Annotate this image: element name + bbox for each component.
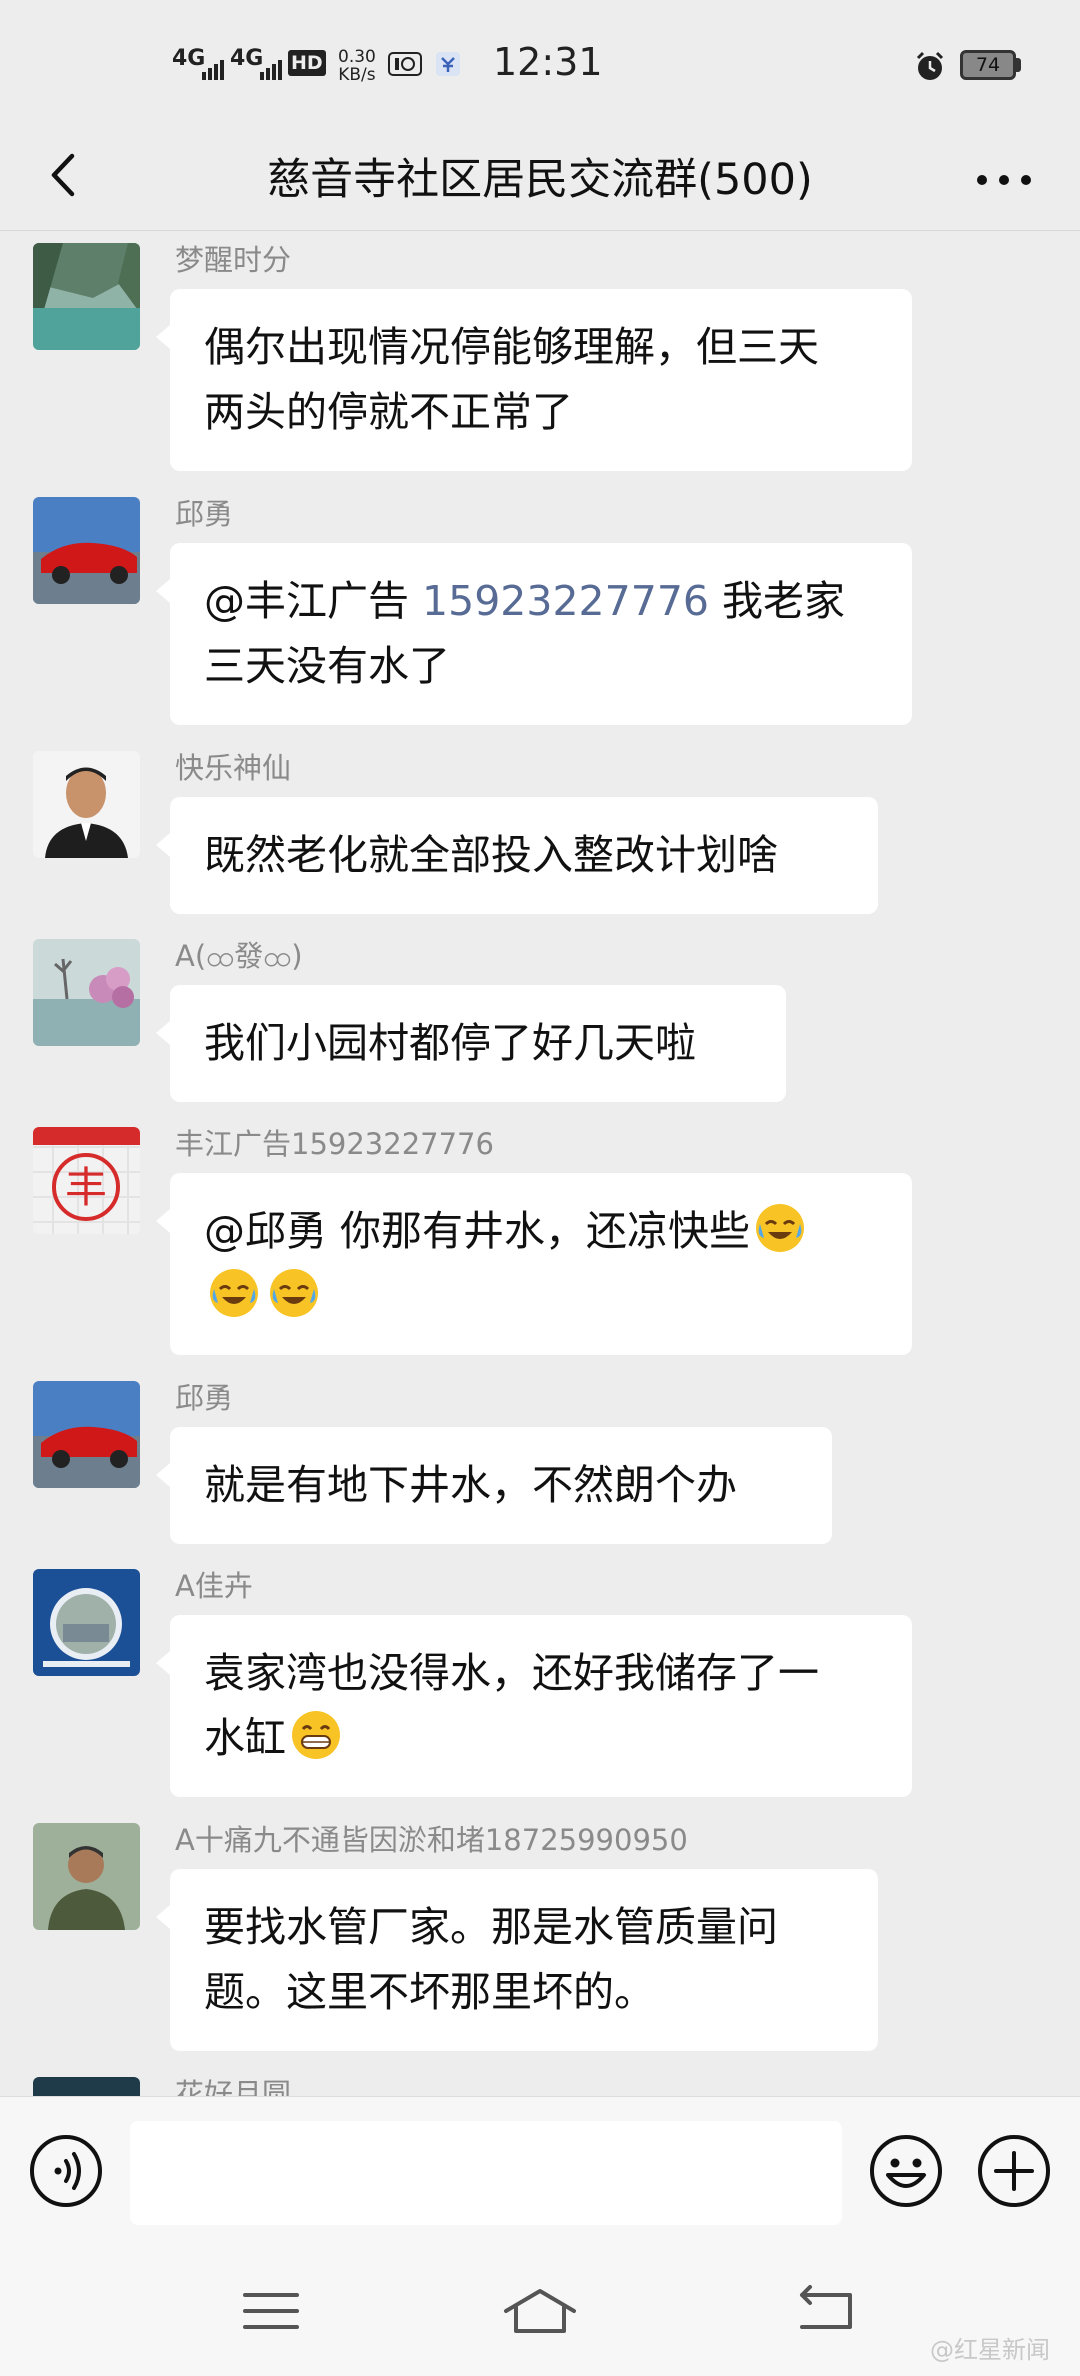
message-bubble[interactable]: 偶尔出现情况停能够理解，但三天 两头的停就不正常了 (156, 289, 912, 471)
back-button[interactable] (30, 140, 100, 210)
message-text-line: @邱勇 你那有井水，还凉快些 (204, 1199, 878, 1264)
message-text-line: 要找水管厂家。那是水管质量问 (204, 1903, 778, 1951)
emoji-icon (870, 2135, 942, 2207)
emoji-button[interactable] (868, 2133, 944, 2209)
avatar-car-image (33, 497, 140, 604)
battery-tip (1016, 58, 1021, 72)
tears-of-joy-emoji-icon (270, 1269, 318, 1317)
chat-title: 慈音寺社区居民交流群(500) (267, 155, 813, 205)
menu-icon (243, 2293, 299, 2329)
avatar-lake-image (33, 243, 140, 350)
mention[interactable]: @丰江广告 (204, 577, 409, 625)
voice-icon (30, 2135, 102, 2207)
status-bar: 4G 4G HD 0.30 KB/s 12:31 74 (0, 0, 1080, 130)
tears-of-joy-emoji-icon (756, 1204, 805, 1252)
home-icon (504, 2289, 576, 2333)
avatar-car-image (33, 1381, 140, 1488)
avatar[interactable] (33, 497, 140, 604)
message-text-line: 偶尔出现情况停能够理解，但三天 (204, 323, 819, 371)
message-input[interactable] (130, 2121, 842, 2225)
system-navigation-bar (0, 2251, 1080, 2376)
message-list[interactable]: 梦醒时分 偶尔出现情况停能够理解，但三天 两头的停就不正常了 邱勇 @丰江广告 … (0, 231, 1080, 2096)
signal-4g-label-1: 4G (172, 46, 206, 71)
message-bubble[interactable]: 就是有地下井水，不然朗个办 (156, 1427, 832, 1544)
message-bubble[interactable]: 既然老化就全部投入整改计划啥 (156, 797, 878, 914)
chevron-left-icon (51, 153, 75, 197)
message-text-line (204, 1264, 878, 1329)
iqiyi-icon (388, 52, 422, 76)
message-bubble[interactable]: 要找水管厂家。那是水管质量问 题。这里不坏那里坏的。 (156, 1869, 878, 2051)
signal-4g-label-2: 4G (230, 46, 264, 71)
sender-name: 花好月圆 (175, 2077, 292, 2096)
sender-name: 丰江广告15923227776 (175, 1127, 494, 1161)
avatar[interactable] (33, 243, 140, 350)
message-text-line: 就是有地下井水，不然朗个办 (204, 1461, 737, 1509)
network-speed-value: 0.30 (338, 47, 376, 67)
message-text-line: 水缸 (204, 1706, 878, 1771)
sender-name: 快乐神仙 (175, 751, 292, 785)
sender-name: A佳卉 (175, 1569, 253, 1603)
more-functions-button[interactable] (976, 2133, 1052, 2209)
hd-badge: HD (288, 50, 326, 76)
avatar-logo-image: 丰 (33, 1127, 140, 1234)
message-text: 我老家 (709, 577, 846, 625)
app-notification-icon (436, 52, 460, 76)
avatar[interactable] (33, 1823, 140, 1930)
status-time: 12:31 (493, 40, 603, 84)
avatar[interactable]: 丰 (33, 1127, 140, 1234)
tears-of-joy-emoji-icon (210, 1269, 258, 1317)
message-text-line: @丰江广告 15923227776 我老家 (204, 569, 878, 634)
svg-text:丰: 丰 (65, 1163, 107, 1212)
avatar-portrait-image (33, 751, 140, 858)
sender-name: A十痛九不通皆因淤和堵18725990950 (175, 1823, 688, 1857)
message-bubble[interactable]: @邱勇 你那有井水，还凉快些 (156, 1173, 912, 1355)
signal-bars-icon (202, 60, 224, 80)
back-nav-button[interactable] (784, 2281, 864, 2341)
more-dots-icon (977, 175, 1031, 185)
home-button[interactable] (500, 2281, 580, 2341)
avatar[interactable] (33, 1381, 140, 1488)
avatar[interactable] (33, 751, 140, 858)
message-text-line: 既然老化就全部投入整改计划啥 (204, 831, 778, 879)
more-options-button[interactable] (970, 145, 1040, 215)
avatar[interactable] (33, 2077, 140, 2096)
grinning-emoji-icon (292, 1711, 340, 1759)
message-bubble[interactable]: 袁家湾也没得水，还好我储存了一 水缸 (156, 1615, 912, 1797)
sender-name: 邱勇 (175, 1381, 234, 1415)
message-text: @邱勇 你那有井水，还凉快些 (204, 1207, 751, 1255)
signal-bars-icon (260, 60, 282, 80)
avatar-badge-image (33, 1569, 140, 1676)
message-text: 水缸 (204, 1714, 286, 1762)
message-text-line: 我们小园村都停了好几天啦 (204, 1019, 696, 1067)
message-bubble[interactable]: @丰江广告 15923227776 我老家 三天没有水了 (156, 543, 912, 725)
message-text-line: 袁家湾也没得水，还好我储存了一 (204, 1649, 819, 1697)
sender-name: 邱勇 (175, 497, 234, 531)
phone-link[interactable]: 15923227776 (422, 577, 709, 625)
avatar[interactable] (33, 1569, 140, 1676)
input-bar (0, 2096, 1080, 2252)
voice-button[interactable] (28, 2133, 104, 2209)
network-speed: 0.30 KB/s (338, 48, 376, 84)
network-speed-unit: KB/s (338, 65, 376, 85)
avatar-portrait-image (33, 1823, 140, 1930)
message-bubble[interactable]: 我们小园村都停了好几天啦 (156, 985, 786, 1102)
chat-header: 慈音寺社区居民交流群(500) (0, 130, 1080, 231)
alarm-clock-icon (916, 51, 944, 80)
watermark: @红星新闻 (930, 2336, 1050, 2364)
message-text-line: 三天没有水了 (204, 642, 450, 690)
message-text-line: 两头的停就不正常了 (204, 388, 573, 436)
avatar-image (33, 2077, 140, 2096)
sender-name: 梦醒时分 (175, 243, 292, 277)
battery-indicator: 74 (960, 50, 1016, 80)
plus-icon (978, 2135, 1050, 2207)
message-text-line: 题。这里不坏那里坏的。 (204, 1968, 655, 2016)
sender-name: A(ထ發ထ) (175, 939, 303, 973)
avatar[interactable] (33, 939, 140, 1046)
avatar-flowers-image (33, 939, 140, 1046)
menu-button[interactable] (231, 2281, 311, 2341)
back-arrow-icon (800, 2285, 852, 2329)
